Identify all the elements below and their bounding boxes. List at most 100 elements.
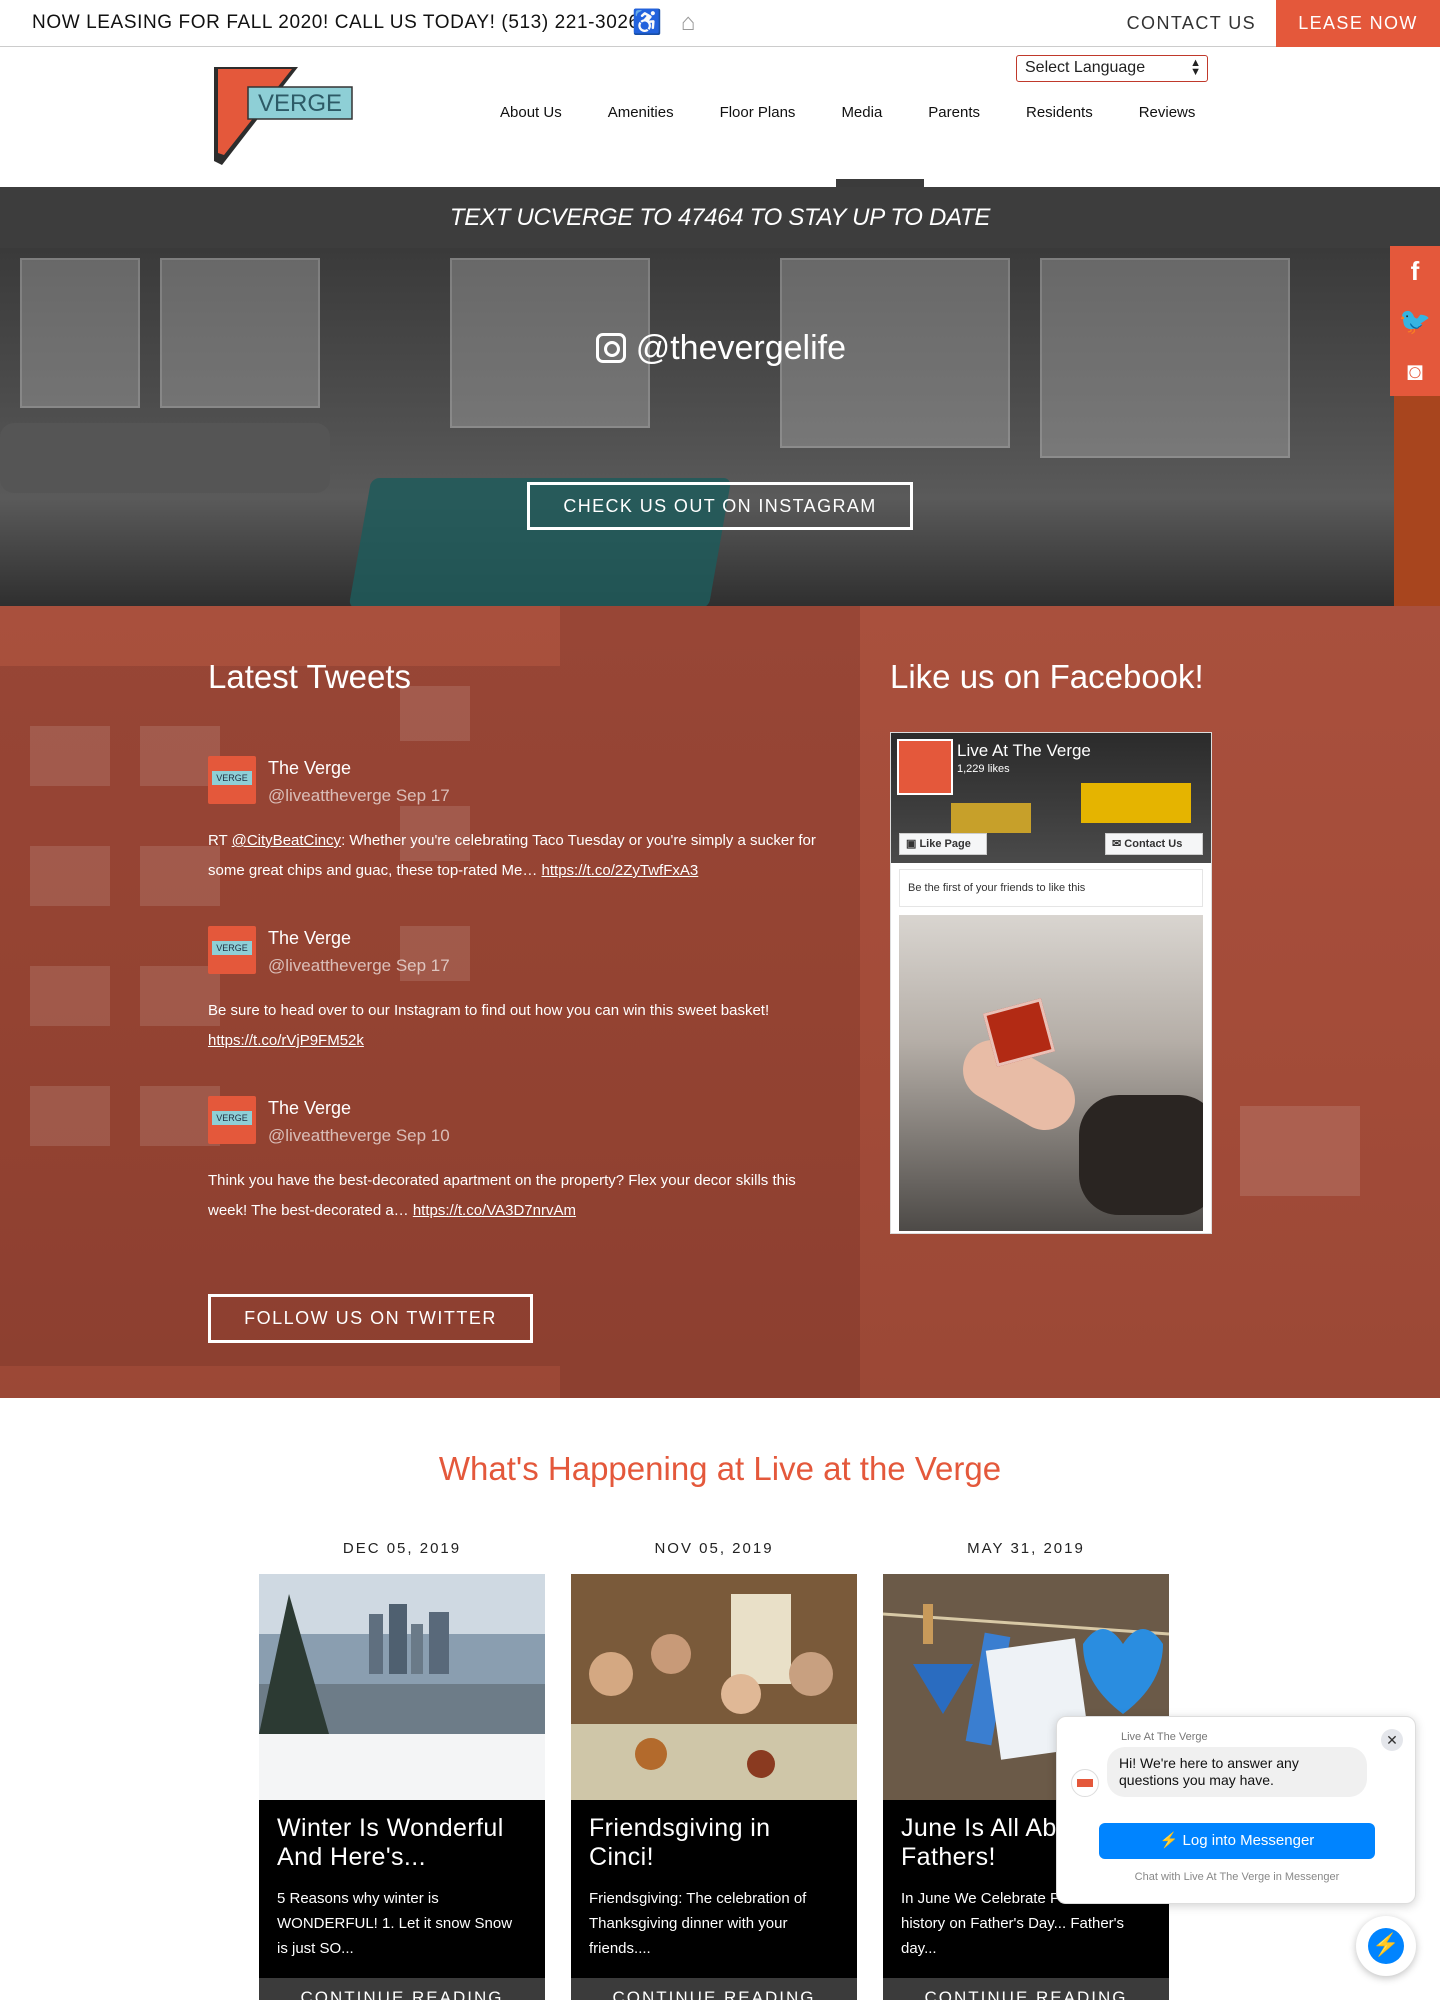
nav-amenities[interactable]: Amenities (608, 104, 674, 121)
continue-reading-button[interactable]: CONTINUE READING (571, 1978, 857, 2000)
tweet-body: Be sure to head over to our Instagram to… (208, 1002, 770, 1019)
tweet-avatar[interactable]: VERGE (208, 756, 256, 804)
tweet-handle[interactable]: @liveattheverge Sep 17 (268, 786, 450, 806)
instagram-handle-text: @thevergelife (635, 328, 846, 367)
happening-heading: What's Happening at Live at the Verge (438, 1450, 1002, 1487)
tweet-prefix: RT (208, 832, 232, 849)
logo-text: VERGE (258, 90, 342, 117)
bg-window (1240, 1106, 1360, 1196)
contact-label: Contact Us (1124, 838, 1183, 850)
tweet-link[interactable]: https://t.co/rVjP9FM52k (208, 1032, 364, 1049)
hero-window (20, 258, 140, 408)
close-icon[interactable]: ✕ (1381, 1729, 1403, 1751)
nav-media[interactable]: Media (841, 104, 882, 121)
facebook-icon: ▣ (906, 838, 920, 850)
language-select-value: Select Language (1025, 59, 1146, 76)
language-select[interactable]: Select Language ▲ ▼ (1016, 55, 1208, 82)
tweets-heading: Latest Tweets (208, 658, 412, 695)
messenger-popup: Live At The Verge ✕ Hi! We're here to an… (1056, 1716, 1416, 1904)
facebook-cover[interactable]: Live At The Verge 1,229 likes ▣ Like Pag… (891, 733, 1211, 863)
accessibility-icons: ♿ ⌂ (632, 10, 702, 36)
instagram-icon[interactable]: ◙ (1390, 346, 1440, 396)
hero-window (1040, 258, 1290, 458)
tweet-text: RT @CityBeatCincy: Whether you're celebr… (208, 826, 838, 886)
post-excerpt: Friendsgiving: The celebration of Thanks… (589, 1890, 807, 1957)
photo-sleeve (1079, 1095, 1203, 1215)
twitter-icon[interactable]: 🐦 (1390, 296, 1440, 346)
tweet-mention-link[interactable]: @CityBeatCincy (232, 832, 341, 849)
tweet-text: Be sure to head over to our Instagram to… (208, 996, 838, 1056)
post-excerpt: 5 Reasons why winter is WONDERFUL! 1. Le… (277, 1890, 513, 1957)
cover-decor (1081, 783, 1191, 823)
select-arrows-icon: ▲ ▼ (1190, 57, 1201, 78)
continue-reading-button[interactable]: CONTINUE READING (883, 1978, 1169, 2000)
facebook-heading: Like us on Facebook! (890, 658, 1204, 695)
avatar-text: VERGE (212, 1111, 252, 1125)
bg-window (30, 726, 110, 786)
post-date: DEC 05, 2019 (342, 1540, 462, 1557)
continue-reading-button[interactable]: CONTINUE READING (259, 1978, 545, 2000)
post-image-friendsgiving[interactable] (571, 1574, 857, 1800)
text-updates-banner: TEXT UCVERGE TO 47464 TO STAY UP TO DATE (0, 187, 1440, 248)
avatar-text: VERGE (212, 771, 252, 785)
main-nav: About Us Amenities Floor Plans Media Par… (500, 104, 1241, 121)
messenger-page-name: Live At The Verge (1121, 1731, 1208, 1743)
like-label: Like Page (919, 838, 971, 850)
tweet-author[interactable]: The Verge (268, 928, 351, 949)
post-date: MAY 31, 2019 (967, 1540, 1085, 1557)
tweet-handle[interactable]: @liveattheverge Sep 10 (268, 1126, 450, 1146)
tweet-link[interactable]: https://t.co/2ZyTwfFxA3 (542, 862, 699, 879)
tweet-link[interactable]: https://t.co/VA3D7nrvAm (413, 1202, 576, 1219)
hero-window (160, 258, 320, 408)
facebook-post-photo[interactable] (899, 915, 1203, 1231)
messenger-login-button[interactable]: ⚡ Log into Messenger (1099, 1823, 1375, 1859)
leasing-promo[interactable]: NOW LEASING FOR FALL 2020! CALL US TODAY… (32, 12, 640, 34)
post-content: Winter Is Wonderful And Here's... 5 Reas… (259, 1800, 545, 1978)
post-title[interactable]: Winter Is Wonderful And Here's... (277, 1814, 527, 1872)
blog-card: NOV 05, 2019 Friendsgiving in Cinci! Fri… (571, 1540, 857, 2000)
lease-now-button[interactable]: LEASE NOW (1276, 0, 1440, 47)
post-date: NOV 05, 2019 (654, 1540, 774, 1557)
tweet-text: Think you have the best-decorated apartm… (208, 1166, 838, 1226)
instagram-hero: @thevergelife CHECK US OUT ON INSTAGRAM (0, 248, 1440, 606)
follow-twitter-button[interactable]: FOLLOW US ON TWITTER (208, 1294, 533, 1343)
instagram-button[interactable]: CHECK US OUT ON INSTAGRAM (527, 482, 913, 530)
facebook-widget: Live At The Verge 1,229 likes ▣ Like Pag… (890, 732, 1212, 1234)
facebook-contact-button[interactable]: ✉ Contact Us (1105, 833, 1203, 855)
tweet-author[interactable]: The Verge (268, 1098, 351, 1119)
messenger-avatar (1071, 1769, 1099, 1797)
nav-reviews[interactable]: Reviews (1139, 104, 1196, 121)
facebook-likes: 1,229 likes (957, 763, 1010, 775)
facebook-icon[interactable]: f (1390, 246, 1440, 296)
messenger-icon: ⚡ (1159, 1832, 1183, 1849)
instagram-handle[interactable]: @thevergelife (596, 328, 846, 368)
facebook-page-name[interactable]: Live At The Verge (957, 741, 1091, 761)
envelope-icon: ✉ (1112, 838, 1125, 850)
bg-window (30, 966, 110, 1026)
verge-logo[interactable]: VERGE (212, 65, 356, 165)
messenger-launcher[interactable]: ⚡ (1356, 1916, 1416, 1976)
avatar-text: VERGE (212, 941, 252, 955)
tweet-avatar[interactable]: VERGE (208, 926, 256, 974)
nav-parents[interactable]: Parents (928, 104, 980, 121)
facebook-friends-text: Be the first of your friends to like thi… (899, 869, 1203, 907)
blog-card: DEC 05, 2019 Winter Is Wonderful And Her… (259, 1540, 545, 2000)
social-side-tabs: f 🐦 ◙ (1390, 246, 1440, 396)
messenger-login-label: Log into Messenger (1182, 1832, 1315, 1849)
tweet-author[interactable]: The Verge (268, 758, 351, 779)
tweet-handle[interactable]: @liveattheverge Sep 17 (268, 956, 450, 976)
accessibility-icon: ♿ (632, 9, 662, 36)
facebook-page-avatar[interactable] (897, 739, 953, 795)
tweet-avatar[interactable]: VERGE (208, 1096, 256, 1144)
top-bar: NOW LEASING FOR FALL 2020! CALL US TODAY… (0, 0, 1440, 47)
post-image-winter[interactable] (259, 1574, 545, 1800)
nav-floor-plans[interactable]: Floor Plans (720, 104, 796, 121)
nav-residents[interactable]: Residents (1026, 104, 1093, 121)
messenger-footer: Chat with Live At The Verge in Messenger (1134, 1871, 1340, 1883)
facebook-like-button[interactable]: ▣ Like Page (899, 833, 987, 855)
contact-us-link[interactable]: CONTACT US (1127, 13, 1256, 34)
nav-about-us[interactable]: About Us (500, 104, 562, 121)
messenger-icon: ⚡ (1372, 1932, 1400, 1957)
bg-window (30, 846, 110, 906)
post-title[interactable]: Friendsgiving in Cinci! (589, 1814, 839, 1872)
